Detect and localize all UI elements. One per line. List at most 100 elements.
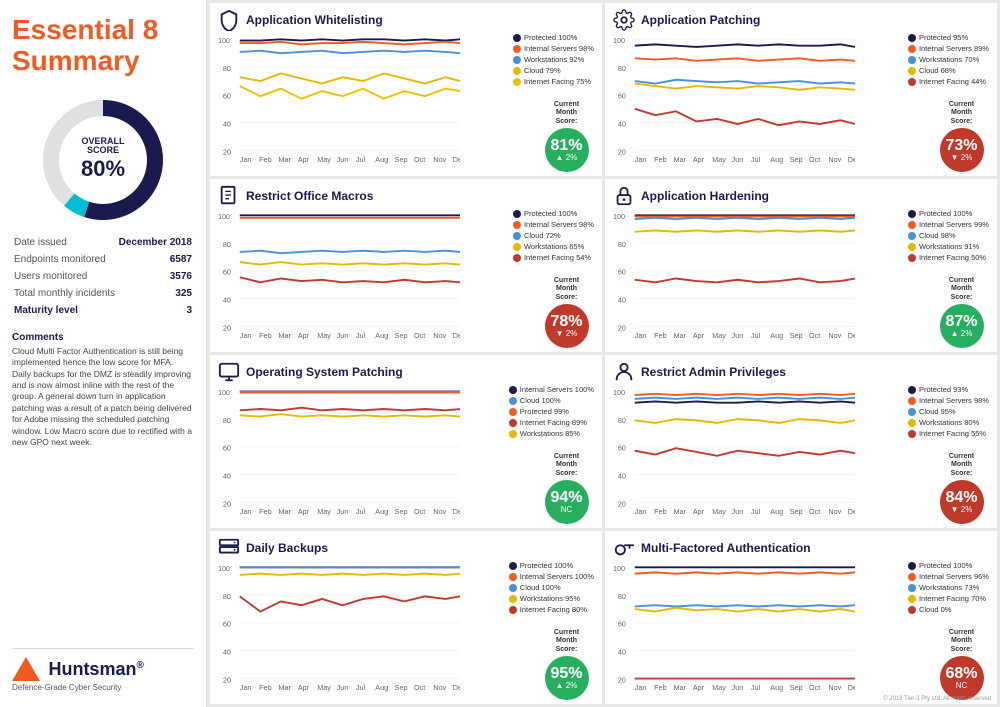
logo-wordmark: Huntsman®	[48, 659, 143, 679]
svg-text:80: 80	[618, 592, 626, 601]
chart-body: 100 80 60 40 20	[613, 33, 989, 172]
svg-text:Feb: Feb	[654, 331, 666, 340]
chart-header: Application Patching	[613, 9, 989, 31]
score-badge: CurrentMonthScore: 73% ▼ 2%	[934, 101, 989, 172]
title-section: Essential 8Summary	[12, 15, 194, 77]
score-badge: CurrentMonthScore: 81% ▲ 2%	[539, 101, 594, 172]
svg-text:May: May	[317, 507, 331, 516]
score-change: NC	[561, 506, 573, 514]
score-change: ▼ 2%	[951, 506, 973, 514]
score-label: CurrentMonthScore:	[934, 629, 989, 654]
chart-right: Protected 93% Internal Servers 98% Cloud…	[859, 385, 989, 524]
svg-text:Dec: Dec	[848, 155, 855, 164]
stat-row-incidents: Total monthly incidents 325	[14, 286, 192, 301]
svg-text:May: May	[712, 155, 726, 164]
chart-header: Restrict Admin Privileges	[613, 361, 989, 383]
svg-text:20: 20	[618, 147, 626, 156]
chart-body: 100 80 60 40 20	[613, 561, 989, 700]
svg-text:Aug: Aug	[770, 683, 783, 692]
score-label: CurrentMonthScore:	[539, 453, 594, 478]
chart-svg-area: 100 80 60 40 20	[218, 385, 460, 524]
svg-text:Jan: Jan	[635, 155, 647, 164]
chart-svg-area: 100 80 60 40 20	[613, 561, 855, 700]
svg-text:40: 40	[618, 119, 626, 128]
legend: Protected 100% Internal Servers 99% Clou…	[908, 209, 989, 264]
chart-header: Application Whitelisting	[218, 9, 594, 31]
svg-text:Sep: Sep	[395, 331, 408, 340]
chart-svg-area: 100 80 60 40 20	[218, 561, 460, 700]
score-label: CurrentMonthScore:	[934, 101, 989, 126]
stat-value: December 2018	[118, 235, 192, 250]
score-badge: CurrentMonthScore: 84% ▼ 2%	[934, 453, 989, 524]
svg-text:60: 60	[223, 92, 231, 101]
svg-text:Dec: Dec	[453, 683, 460, 692]
score-number: 87%	[945, 314, 977, 330]
svg-text:Jun: Jun	[337, 155, 349, 164]
svg-text:40: 40	[618, 295, 626, 304]
svg-text:Jun: Jun	[337, 683, 349, 692]
left-panel: Essential 8Summary OVERALLSCORE 80%	[0, 0, 207, 707]
svg-text:100: 100	[613, 212, 625, 221]
svg-text:Sep: Sep	[790, 155, 803, 164]
score-change: ▼ 2%	[951, 154, 973, 162]
svg-text:Nov: Nov	[828, 507, 841, 516]
svg-text:Jan: Jan	[240, 683, 252, 692]
chart-title: Application Patching	[641, 13, 760, 27]
svg-text:Jun: Jun	[732, 155, 744, 164]
svg-text:Dec: Dec	[848, 507, 855, 516]
chart-restrict-macros: Restrict Office Macros 100 80 60 40 20	[210, 179, 602, 352]
chart-title: Operating System Patching	[246, 365, 403, 379]
page-title: Essential 8Summary	[12, 15, 194, 77]
score-number: 84%	[945, 490, 977, 506]
svg-text:Jan: Jan	[635, 683, 647, 692]
comments-section: Comments Cloud Multi Factor Authenticati…	[12, 332, 194, 449]
comments-text: Cloud Multi Factor Authentication is sti…	[12, 346, 194, 449]
svg-text:Jan: Jan	[240, 507, 252, 516]
svg-text:Oct: Oct	[809, 507, 820, 516]
chart-right: Protected 100% Internal Servers 100% Clo…	[464, 561, 594, 700]
legend: Protected 95% Internal Servers 89% Works…	[908, 33, 989, 88]
score-circle: 95% ▲ 2%	[545, 656, 589, 700]
svg-text:40: 40	[223, 647, 231, 656]
svg-text:Jun: Jun	[732, 507, 744, 516]
score-number: 81%	[550, 138, 582, 154]
svg-text:Feb: Feb	[259, 507, 271, 516]
svg-text:60: 60	[223, 268, 231, 277]
legend: Protected 93% Internal Servers 98% Cloud…	[908, 385, 989, 440]
score-badge: CurrentMonthScore: 87% ▲ 2%	[934, 277, 989, 348]
chart-right: Protected 100% Internal Servers 98% Work…	[464, 33, 594, 172]
monitor-icon	[218, 361, 240, 383]
stat-label: Users monitored	[14, 269, 116, 284]
svg-text:20: 20	[618, 499, 626, 508]
score-badge: CurrentMonthScore: 94% NC	[539, 453, 594, 524]
chart-header: Restrict Office Macros	[218, 185, 594, 207]
overall-label: OVERALLSCORE	[81, 137, 125, 157]
svg-text:Nov: Nov	[828, 683, 841, 692]
score-label: CurrentMonthScore:	[539, 629, 594, 654]
chart-mfa: Multi-Factored Authentication 100 80 60 …	[605, 531, 997, 704]
svg-text:Nov: Nov	[828, 331, 841, 340]
score-circle: 87% ▲ 2%	[940, 304, 984, 348]
score-number: 68%	[945, 666, 977, 682]
chart-title: Application Hardening	[641, 189, 769, 203]
svg-text:80: 80	[223, 592, 231, 601]
svg-text:80: 80	[223, 416, 231, 425]
overall-percent: 80%	[81, 156, 125, 182]
chart-header: Operating System Patching	[218, 361, 594, 383]
svg-text:Oct: Oct	[414, 331, 425, 340]
svg-text:Jan: Jan	[635, 507, 647, 516]
svg-text:Nov: Nov	[433, 331, 446, 340]
chart-right: Protected 95% Internal Servers 89% Works…	[859, 33, 989, 172]
key-icon	[613, 537, 635, 559]
legend: Protected 100% Internal Servers 96% Work…	[908, 561, 989, 616]
shield-icon	[218, 9, 240, 31]
svg-text:Jul: Jul	[751, 507, 761, 516]
chart-header: Multi-Factored Authentication	[613, 537, 989, 559]
svg-text:60: 60	[618, 444, 626, 453]
chart-body: 100 80 60 40 20	[613, 385, 989, 524]
stat-value: 3576	[118, 269, 192, 284]
logo-icon	[12, 657, 40, 681]
svg-text:May: May	[712, 507, 726, 516]
score-change: ▼ 2%	[556, 330, 578, 338]
chart-right: Protected 100% Internal Servers 99% Clou…	[859, 209, 989, 348]
